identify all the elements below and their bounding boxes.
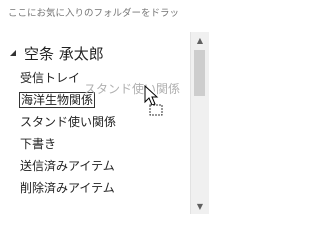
- folder-label: 送信済みアイテム: [20, 159, 115, 173]
- move-cursor-icon: [144, 85, 163, 116]
- folder-label: 受信トレイ: [20, 71, 81, 85]
- folder-label: 下書き: [20, 137, 57, 151]
- folder-item-drafts[interactable]: 下書き: [20, 133, 190, 155]
- drag-ghost-label: スタンド使い関係: [84, 82, 181, 96]
- folder-item-deleted[interactable]: 削除済みアイテム: [20, 177, 190, 199]
- favorites-drop-zone[interactable]: ここにお気に入りのフォルダーをドラッ: [8, 4, 201, 23]
- folder-item-sent[interactable]: 送信済みアイテム: [20, 155, 190, 177]
- expanded-triangle-icon[interactable]: [6, 46, 20, 60]
- folder-label: 海洋生物関係: [18, 92, 96, 108]
- account-name: 空条 承太郎: [24, 44, 104, 63]
- vertical-scrollbar[interactable]: ▲ ▼: [190, 32, 209, 214]
- folder-label: スタンド使い関係: [20, 115, 117, 129]
- folder-label: 削除済みアイテム: [20, 181, 115, 195]
- folder-pane: ここにお気に入りのフォルダーをドラッ 空条 承太郎 受信トレイ 海洋生物関係 ス…: [0, 0, 209, 214]
- scroll-thumb[interactable]: [194, 50, 205, 96]
- account-node[interactable]: 空条 承太郎: [6, 42, 104, 64]
- scroll-down-icon[interactable]: ▼: [191, 198, 209, 214]
- scroll-up-icon[interactable]: ▲: [191, 32, 209, 48]
